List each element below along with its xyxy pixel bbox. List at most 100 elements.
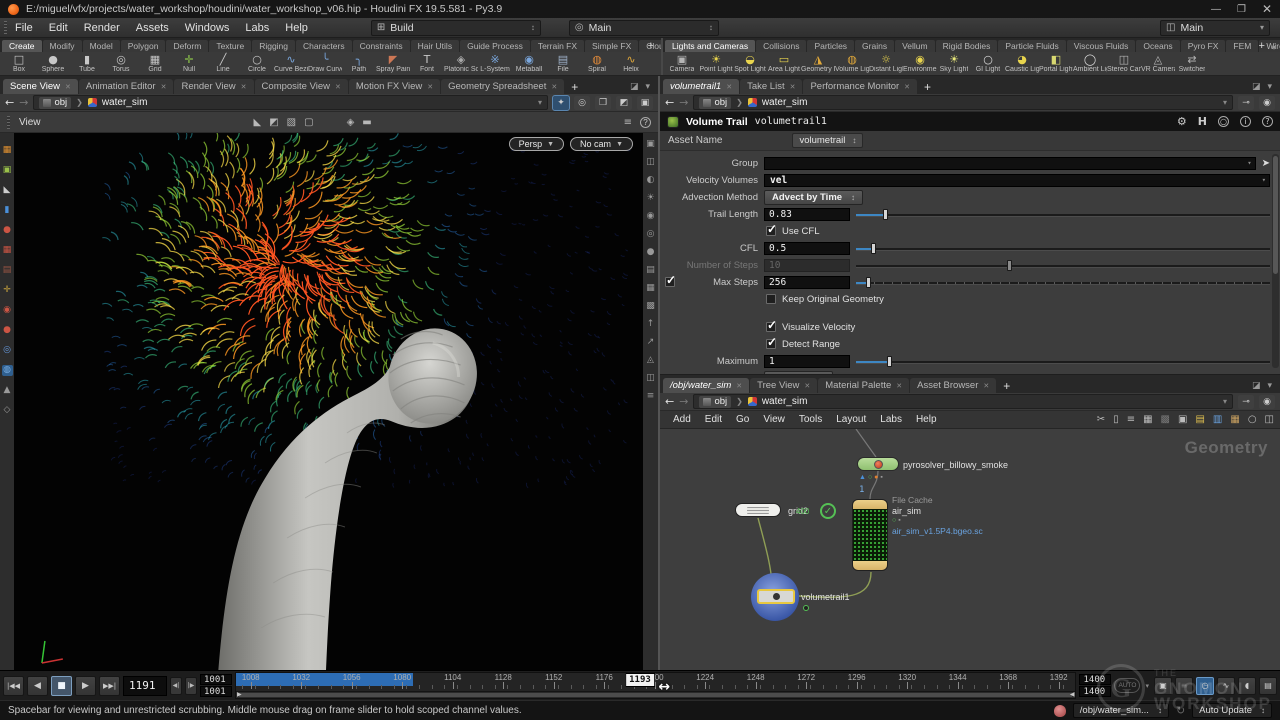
cfl-slider[interactable] <box>856 242 1270 255</box>
shelf-tab[interactable]: Model <box>83 40 120 52</box>
jump-to-end-button[interactable]: ▶▶| <box>99 676 120 696</box>
normals-icon[interactable]: ↑ <box>645 319 656 330</box>
houdini-engine-icon[interactable]: H <box>1198 115 1207 128</box>
tab-menu-icon[interactable]: ✕ <box>726 83 732 91</box>
shelf-layout-icon[interactable]: ▦ <box>2 145 13 156</box>
tab-menu-icon[interactable]: ✕ <box>427 83 433 91</box>
shelf-tab[interactable]: Pyro FX <box>1181 40 1226 52</box>
shelf-tool[interactable]: ◉ Environment Light <box>903 53 937 74</box>
shelf-tool[interactable]: ◒ Spot Light <box>733 53 767 74</box>
radial-menu-button[interactable]: ◎ <box>574 96 590 110</box>
shelf-tab[interactable]: Hair Utils <box>411 40 459 52</box>
bundle-icon[interactable]: ▦ <box>1230 414 1239 425</box>
shelf-tool[interactable]: ☀ Sky Light <box>937 53 971 74</box>
shelf-tab[interactable]: Simple FX <box>585 40 638 52</box>
pane-tab[interactable]: /obj/water_sim✕ <box>663 378 749 393</box>
gear-icon[interactable]: ⚙ <box>1177 115 1187 128</box>
pane-tab[interactable]: Geometry Spreadsheet✕ <box>441 79 564 94</box>
stop-button[interactable]: ■ <box>51 676 72 696</box>
tab-menu-icon[interactable]: ✕ <box>736 382 742 390</box>
vectors-icon[interactable]: ↗ <box>645 337 656 348</box>
tab-menu-icon[interactable]: ✕ <box>161 83 167 91</box>
auto-keyframe-toggle[interactable]: AUTO <box>1114 678 1140 693</box>
search-icon[interactable]: ○ <box>1218 116 1229 127</box>
shelf-tool[interactable]: ╰ Draw Curve <box>308 53 342 74</box>
node-name-field[interactable]: volumetrail1 <box>755 116 827 127</box>
select-visible-icon[interactable]: ◣ <box>254 117 262 128</box>
back-arrow-icon[interactable]: ← <box>5 96 14 109</box>
menu-item[interactable]: Edit <box>41 22 76 34</box>
menu-item[interactable]: Add <box>666 414 698 425</box>
menu-item[interactable]: Windows <box>177 22 238 34</box>
shelf-overflow-icon[interactable]: ▾ <box>1272 43 1280 52</box>
muscle-icon[interactable]: ▤ <box>2 265 13 276</box>
texture-icon[interactable]: ▤ <box>645 265 656 276</box>
crowd-icon[interactable]: ◉ <box>2 305 13 316</box>
help-icon[interactable]: ? <box>640 117 651 128</box>
shelf-tab[interactable]: Rigid Bodies <box>936 40 998 52</box>
step-back-button[interactable]: ◀| <box>170 677 182 695</box>
menu-item[interactable]: Tools <box>792 414 829 425</box>
chevron-down-icon[interactable]: ▾ <box>1223 98 1227 107</box>
pane-float-icon[interactable]: ◪ <box>1252 381 1261 391</box>
shelf-tool[interactable]: T Font <box>410 53 444 74</box>
param-path-field[interactable]: obj ❯ water_sim ▾ <box>693 95 1233 110</box>
menu-item[interactable]: Render <box>76 22 128 34</box>
shelf-tool[interactable]: ◕ Caustic Light <box>1005 53 1039 74</box>
forward-arrow-icon[interactable]: → <box>19 96 28 109</box>
visualize-velocity-checkbox[interactable] <box>766 322 776 332</box>
shelf-tool[interactable]: ☼ Distant Light <box>869 53 903 74</box>
path-root-chip[interactable]: obj <box>699 396 731 408</box>
shelf-tool[interactable]: ☀ Point Light <box>699 53 733 74</box>
keep-original-geometry-checkbox[interactable] <box>766 294 776 304</box>
misc-tool-icon[interactable]: ◇ <box>2 405 13 416</box>
area-select-icon[interactable]: ▢ <box>304 117 313 128</box>
update-mode-select[interactable]: Auto Update ↕ <box>1192 703 1272 718</box>
background-icon[interactable]: ▦ <box>645 283 656 294</box>
shelf-tool[interactable]: ◬ VR Camera <box>1141 53 1175 74</box>
chevron-down-icon[interactable]: ▾ <box>1247 159 1251 167</box>
node-volumetrail-selected[interactable] <box>757 589 795 604</box>
character-picker-button[interactable]: ◩ <box>616 96 632 110</box>
shelf-tab[interactable]: Lights and Cameras <box>665 40 755 52</box>
pane-float-icon[interactable]: ◪ <box>630 82 639 92</box>
shelf-tool[interactable]: ⇄ Switcher <box>1175 53 1209 74</box>
network-path-field[interactable]: obj ❯ water_sim ▾ <box>693 394 1233 409</box>
range-slider[interactable]: ▶ ◀ <box>236 691 1075 698</box>
pose-lock-icon[interactable]: ▮ <box>2 205 13 216</box>
shelf-tool[interactable]: ✛ Null <box>172 53 206 74</box>
grab-hand-icon[interactable]: ✛ <box>2 285 13 296</box>
menu-item[interactable]: File <box>7 22 41 34</box>
shelf-tool[interactable]: ◍ Spiral <box>580 53 614 74</box>
pane-tab[interactable]: Tree View✕ <box>750 378 817 393</box>
fluid-orb-icon[interactable]: ◎ <box>2 345 13 356</box>
pane-menu-icon[interactable]: ▾ <box>1267 82 1272 92</box>
tab-menu-icon[interactable]: ✕ <box>804 382 810 390</box>
shelf-tool[interactable]: ◉ Metaball <box>512 53 546 74</box>
visualizer-icon[interactable]: ◬ <box>645 355 656 366</box>
pane-maximize-button[interactable]: ▣ <box>637 96 653 110</box>
max-steps-input[interactable]: 256 <box>764 276 850 289</box>
shelf-paint-icon[interactable]: ▣ <box>2 165 13 176</box>
pane-tab[interactable]: Motion FX View✕ <box>349 79 440 94</box>
menu-item[interactable]: View <box>756 414 792 425</box>
main-take-selector[interactable]: ◎ Main ↕ <box>569 20 719 36</box>
maximum-input[interactable]: 1 <box>764 355 850 368</box>
shelf-tab[interactable]: Particles <box>807 40 854 52</box>
shelf-tab[interactable]: Oceans <box>1136 40 1179 52</box>
camera-select-button[interactable]: No cam▼ <box>570 137 633 151</box>
back-arrow-icon[interactable]: ← <box>665 96 674 109</box>
select-contained-icon[interactable]: ▧ <box>287 117 296 128</box>
ramp-dropdown[interactable]: Infra-Red ↕ <box>764 371 833 375</box>
shelf-tab[interactable]: Rigging <box>252 40 295 52</box>
select-groups-icon[interactable]: ◩ <box>269 117 278 128</box>
range-handle-right-icon[interactable]: ◀ <box>1070 692 1075 699</box>
maximize-button[interactable]: ❐ <box>1237 4 1246 15</box>
shelf-tab[interactable]: Deform <box>166 40 208 52</box>
chevron-down-icon[interactable]: ▾ <box>1262 176 1266 184</box>
group-input[interactable]: ▾ <box>764 157 1256 170</box>
trail-length-slider[interactable] <box>856 208 1270 221</box>
shelf-tab[interactable]: Grains <box>855 40 894 52</box>
jump-to-start-button[interactable]: |◀◀ <box>3 676 24 696</box>
material-icon[interactable]: ● <box>645 247 656 258</box>
